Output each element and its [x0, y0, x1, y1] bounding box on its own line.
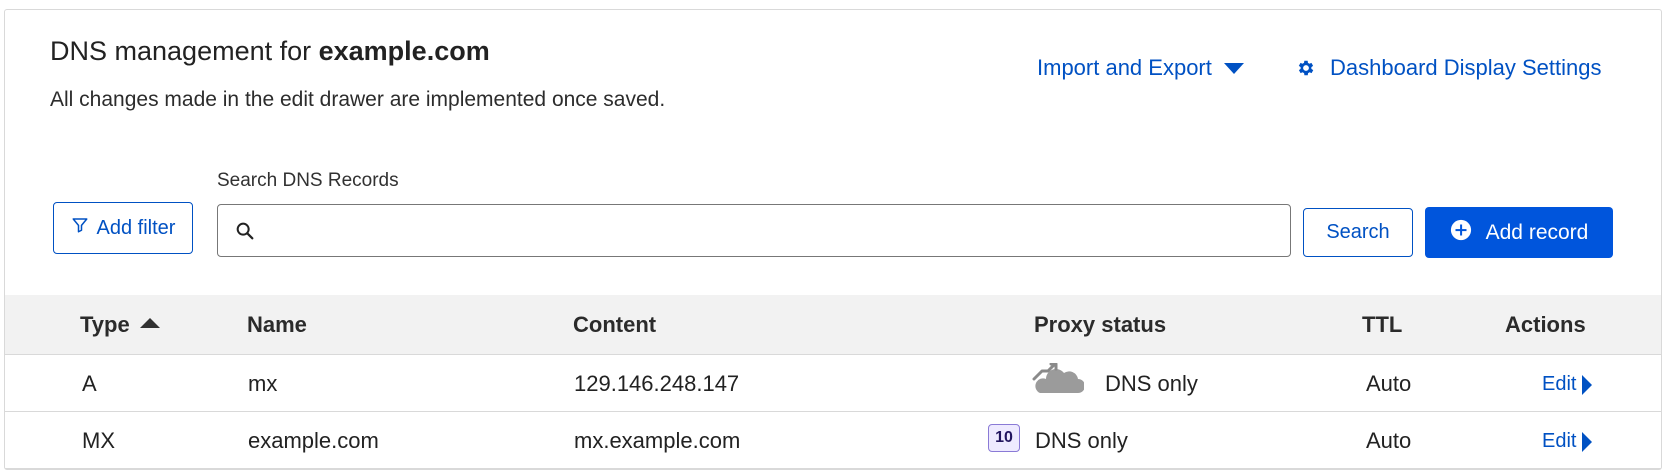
- settings-label: Dashboard Display Settings: [1330, 55, 1602, 80]
- search-button[interactable]: Search: [1303, 208, 1413, 257]
- cell-ttl: Auto: [1366, 371, 1412, 396]
- edit-button[interactable]: Edit: [1542, 430, 1593, 453]
- table-row[interactable]: A mx 129.146.248.147 DNS only Auto Edit: [5, 355, 1661, 412]
- edit-label: Edit: [1542, 373, 1577, 395]
- filter-icon: [71, 216, 89, 240]
- cell-type: MX: [82, 428, 115, 453]
- import-export-label: Import and Export: [1037, 55, 1212, 80]
- chevron-down-icon: [1223, 62, 1244, 74]
- search-icon: [234, 220, 256, 242]
- column-header-name[interactable]: Name: [247, 312, 307, 338]
- column-header-ttl[interactable]: TTL: [1362, 312, 1402, 338]
- column-header-proxy-status[interactable]: Proxy status: [1034, 312, 1166, 338]
- add-record-label: Add record: [1485, 220, 1589, 244]
- cloud-dns-only-icon: [1032, 362, 1085, 402]
- add-filter-label: Add filter: [96, 216, 176, 239]
- plus-circle-icon: [1450, 219, 1472, 247]
- priority-badge: 10: [988, 424, 1020, 452]
- title-prefix: DNS management for: [50, 36, 319, 66]
- table-header: Type Name Content Proxy status TTL Actio…: [5, 295, 1661, 355]
- cell-proxy-status: DNS only: [1035, 428, 1128, 453]
- cell-type: A: [82, 371, 97, 396]
- cell-name: mx: [248, 371, 278, 396]
- add-record-button[interactable]: Add record: [1425, 207, 1613, 258]
- cell-ttl: Auto: [1366, 428, 1412, 453]
- gear-icon: [1296, 58, 1316, 78]
- sort-ascending-icon: [139, 318, 160, 329]
- cell-proxy-status: DNS only: [1105, 371, 1198, 396]
- dashboard-display-settings-link[interactable]: Dashboard Display Settings: [1296, 55, 1601, 81]
- cell-content: 129.146.248.147: [574, 371, 740, 396]
- table-row[interactable]: MX example.com mx.example.com 10 DNS onl…: [5, 412, 1661, 469]
- column-header-type[interactable]: Type: [80, 312, 160, 338]
- domain-name: example.com: [318, 36, 490, 66]
- search-input[interactable]: [266, 204, 1290, 257]
- column-header-actions: Actions: [1505, 312, 1586, 337]
- cell-content: mx.example.com: [574, 428, 741, 453]
- chevron-right-icon: [1582, 374, 1593, 395]
- search-box: [217, 204, 1291, 257]
- search-label: Search DNS Records: [217, 170, 399, 191]
- import-export-dropdown[interactable]: Import and Export: [1037, 55, 1244, 81]
- page-title: DNS management for example.com: [50, 36, 490, 67]
- chevron-right-icon: [1582, 431, 1593, 452]
- edit-button[interactable]: Edit: [1542, 373, 1593, 396]
- column-header-content[interactable]: Content: [573, 312, 656, 338]
- add-filter-button[interactable]: Add filter: [53, 202, 193, 254]
- cell-name: example.com: [248, 428, 379, 453]
- page-subtitle: All changes made in the edit drawer are …: [50, 88, 666, 111]
- edit-label: Edit: [1542, 430, 1577, 452]
